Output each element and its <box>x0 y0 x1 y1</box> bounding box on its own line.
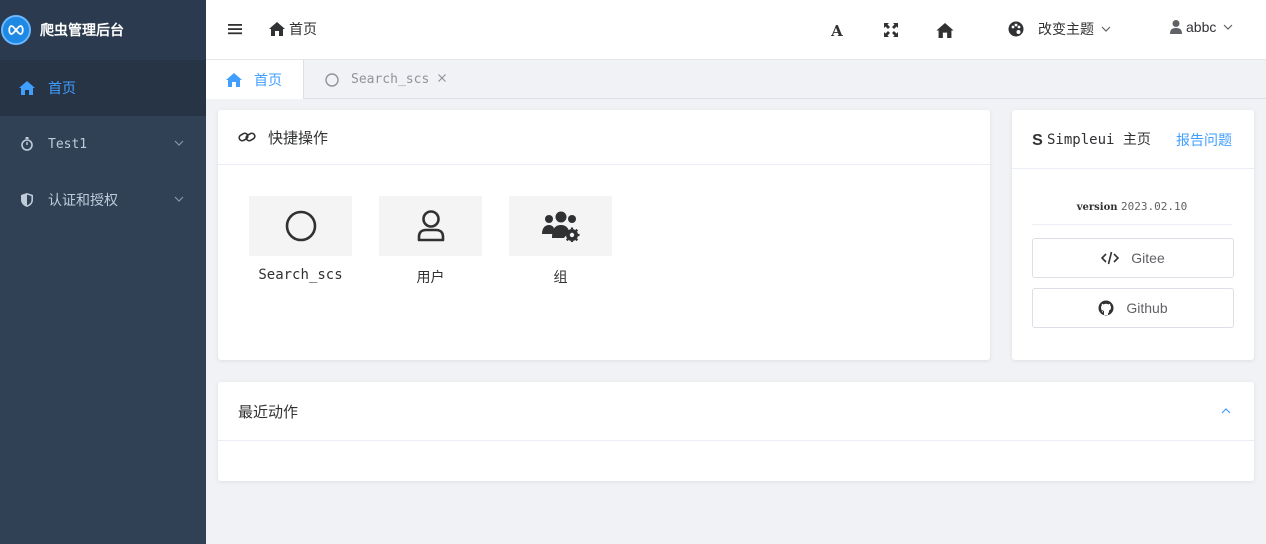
quick-item-search-scs[interactable]: Search_scs <box>249 196 352 283</box>
breadcrumb-home[interactable]: 首页 <box>289 19 317 39</box>
chevron-down-icon <box>173 193 185 205</box>
simpleui-title[interactable]: Simpleui 主页 <box>1047 129 1151 149</box>
recent-actions-card: 最近动作 <box>218 382 1254 481</box>
quick-actions-header: 快捷操作 <box>218 110 990 165</box>
simpleui-card: S Simpleui 主页 报告问题 version 2023.02.10 Gi… <box>1012 110 1254 360</box>
sidebar-item-label: 认证和授权 <box>48 193 118 209</box>
github-icon <box>1098 300 1114 316</box>
home-icon <box>269 22 285 36</box>
shield-icon <box>19 192 35 208</box>
tile-icon-box <box>249 196 352 256</box>
chevron-down-icon <box>1101 26 1111 32</box>
quick-item-users[interactable]: 用户 <box>379 196 482 287</box>
users-cog-icon <box>541 211 579 242</box>
version-label: version <box>1076 202 1118 213</box>
link-icon <box>238 132 256 142</box>
circle-icon <box>325 72 339 87</box>
sidebar-item-label: 首页 <box>48 81 76 97</box>
font-size-icon[interactable]: A <box>827 20 847 40</box>
tab-bar: 首页 Search_scs <box>206 60 1266 99</box>
user-name: abbc <box>1186 19 1217 35</box>
recent-actions-header[interactable]: 最近动作 <box>218 382 1254 441</box>
theme-switcher[interactable]: 改变主题 <box>1008 19 1112 39</box>
tab-search-scs[interactable]: Search_scs <box>305 60 447 99</box>
quick-item-label: Search_scs <box>258 267 343 283</box>
version-row: version 2023.02.10 <box>1032 200 1232 225</box>
quick-item-groups[interactable]: 组 <box>509 196 612 287</box>
theme-label: 改变主题 <box>1038 22 1094 38</box>
quick-item-label: 组 <box>553 270 568 286</box>
sidebar-item-auth[interactable]: 认证和授权 <box>0 172 206 228</box>
quick-item-label: 用户 <box>416 270 445 286</box>
svg-text:S: S <box>1032 132 1043 146</box>
report-issue-link[interactable]: 报告问题 <box>1176 130 1232 150</box>
chevron-down-icon <box>1223 24 1233 30</box>
tab-home[interactable]: 首页 <box>206 60 304 99</box>
palette-icon <box>1008 21 1024 37</box>
app-title: 爬虫管理后台 <box>40 23 124 39</box>
tab-label: 首页 <box>254 72 282 89</box>
top-header: 首页 A 改变主题 abbc <box>206 0 1266 60</box>
simpleui-logo-icon: S <box>1032 132 1043 146</box>
logo-icon <box>1 15 31 45</box>
sidebar: 爬虫管理后台 首页 Test1 认证和授权 <box>0 0 206 544</box>
code-icon <box>1101 251 1120 265</box>
github-label: Github <box>1126 300 1168 316</box>
github-button[interactable]: Github <box>1032 288 1234 328</box>
home-icon <box>19 80 35 96</box>
circle-icon <box>285 210 316 242</box>
user-icon <box>1170 20 1182 34</box>
tile-icon-box <box>379 196 482 256</box>
chevron-down-icon <box>173 137 185 149</box>
tab-label: Search_scs <box>351 72 430 87</box>
gitee-button[interactable]: Gitee <box>1032 238 1234 278</box>
menu-toggle-icon[interactable] <box>228 22 242 36</box>
tile-icon-box <box>509 196 612 256</box>
sidebar-item-label: Test1 <box>48 136 88 152</box>
recent-actions-title: 最近动作 <box>238 402 299 421</box>
user-icon <box>417 210 444 242</box>
version-value: 2023.02.10 <box>1121 200 1188 213</box>
breadcrumb: 首页 <box>269 19 317 39</box>
stopwatch-icon <box>19 136 35 152</box>
home-icon <box>226 72 242 87</box>
app-logo-bar[interactable]: 爬虫管理后台 <box>0 0 206 60</box>
sidebar-item-test1[interactable]: Test1 <box>0 116 206 172</box>
simpleui-header: S Simpleui 主页 报告问题 <box>1012 110 1254 169</box>
gitee-label: Gitee <box>1131 250 1165 266</box>
quick-actions-card: 快捷操作 Search_scs 用户 组 <box>218 110 990 360</box>
close-icon[interactable] <box>437 72 447 87</box>
svg-text:A: A <box>830 23 843 37</box>
fullscreen-icon[interactable] <box>881 20 901 40</box>
home-icon[interactable] <box>935 20 955 40</box>
chevron-up-icon[interactable] <box>1220 405 1232 421</box>
user-menu[interactable]: abbc <box>1170 19 1234 35</box>
sidebar-item-home[interactable]: 首页 <box>0 60 206 116</box>
quick-actions-title: 快捷操作 <box>268 128 329 147</box>
